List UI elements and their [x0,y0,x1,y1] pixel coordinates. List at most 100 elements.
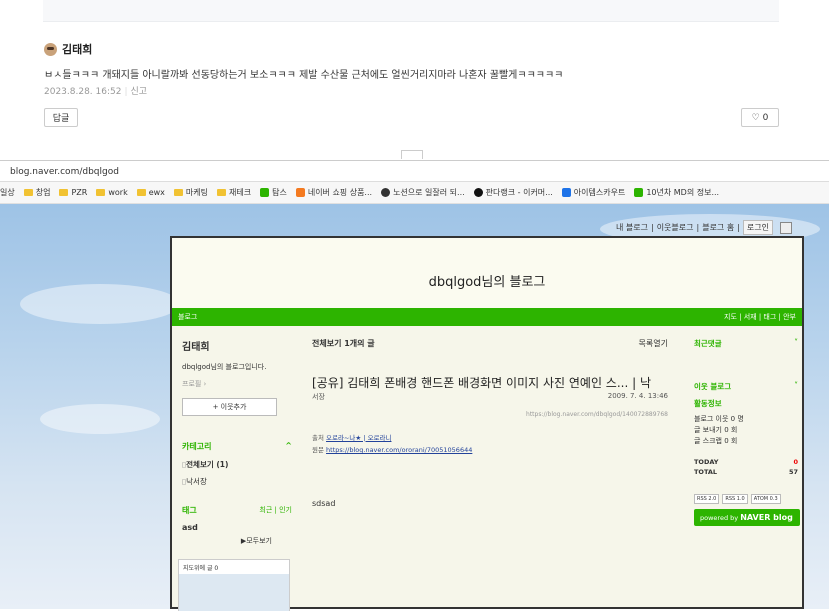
blog-gnb: 내 블로그 | 이웃블로그 | 블로그 홈 | 로그인 [616,220,792,235]
comment-meta: 2023.8.28. 16:52 | 신고 [44,84,147,97]
report-link[interactable]: 신고 [131,87,148,97]
source-link[interactable]: 오로라~나★ | 오로라니 [326,434,391,442]
login-button[interactable]: 로그인 [742,220,773,235]
my-blog-link[interactable]: 내 블로그 [616,222,648,233]
activity-item: 글 스크랩 0 회 [694,437,738,445]
tag-header: 태그 최근 | 인기 [182,505,292,516]
bookmark-icon [260,188,270,197]
chat-icon [634,188,644,197]
rss2-button[interactable]: RSS 2.0 [694,494,720,504]
original-row: 원문 https://blog.naver.com/ororani/700510… [312,446,473,454]
tag-sort[interactable]: 최근 | 인기 [259,505,292,516]
comment-header-band [43,0,779,22]
chevron-down-icon[interactable]: ˅ [794,338,798,349]
powered-by-naver-badge[interactable]: powered by NAVER blog [694,509,800,526]
bookmark-item[interactable]: PZR [59,188,87,197]
bookmark-icon [561,188,571,197]
bookmark-item[interactable]: 판다랭크 - 이커머... [473,187,553,198]
blog-home-link[interactable]: 블로그 홈 [702,222,734,233]
post-meta: 서장 2009. 7. 4. 13:46 [312,392,668,402]
post-url[interactable]: https://blog.naver.com/dbqlgod/140072889… [312,411,668,418]
chevron-down-icon[interactable]: ˅ [794,381,798,392]
blog-nickname: 김태희 [182,342,210,353]
notion-icon [381,188,391,197]
post-body: sdsad [312,499,336,508]
bookmark-item[interactable]: 아이템스카우트 [561,187,625,198]
category-item[interactable]: ▯낙서장 [182,476,292,487]
menu-blog[interactable]: 블로그 [178,312,197,322]
heart-icon: ♡ [751,112,760,123]
neighbor-blog-link[interactable]: 이웃블로그 [657,222,694,233]
post-category[interactable]: 서장 [312,392,325,402]
bookmark-item[interactable]: 마케팅 [173,187,208,198]
bookmark-item[interactable]: 탐스 [260,187,287,198]
activity-item: 글 보내기 0 회 [694,426,738,434]
today-count: TODAY 0 [694,458,798,466]
comment-date: 2023.8.28. 16:52 [44,87,122,97]
list-toggle[interactable]: 목록열기 [639,338,668,349]
atom-button[interactable]: ATOM 0.3 [750,494,781,504]
category-header: 카테고리 ^ [182,441,292,452]
blog-title[interactable]: dbqlgod님의 블로그 [172,271,802,290]
rss-links: RSS 2.0 RSS 1.0 ATOM 0.3 [694,494,798,504]
menu-right[interactable]: 지도 | 서재 | 태그 | 안부 [724,312,796,322]
blog-description: dbqlgod님의 블로그입니다. [182,363,267,371]
more-tab[interactable] [401,150,423,159]
like-count: 0 [762,112,769,123]
post-title[interactable]: [공유] 김태희 폰배경 핸드폰 배경화면 이미지 사진 연예인 스... | … [312,374,668,391]
comment-author[interactable]: 김태희 [44,41,92,57]
folder-icon [96,189,106,196]
add-neighbor-button[interactable]: + 이웃추가 [182,398,277,416]
post-area: 전체보기 1개의 글 목록열기 [공유] 김태희 폰배경 핸드폰 배경화면 이미… [312,338,668,508]
source-row: 출처 오로라~나★ | 오로라니 [312,434,392,442]
total-count: TOTAL 57 [694,468,798,476]
blog-header: dbqlgod님의 블로그 [172,238,802,308]
folder-icon [136,189,146,196]
bookmark-item[interactable]: 10년차 MD의 정보... [634,187,719,198]
embedded-screenshot: blog.naver.com/dbqlgod 일상 창업 PZR work ew… [0,160,829,611]
category-item[interactable]: ▯전체보기 (1) [182,459,292,470]
recent-comments-header: 최근댓글 ˅ [694,338,798,349]
left-sidebar: 김태희 dbqlgod님의 블로그입니다. 프로필 › + 이웃추가 카테고리 … [182,338,292,546]
category-toggle[interactable]: ^ [285,441,292,452]
folder-icon [59,189,69,196]
folder-icon [217,189,226,196]
rss1-button[interactable]: RSS 1.0 [722,494,748,504]
folder-icon [173,189,183,196]
map-widget: 지도위에 글 0 [178,559,290,611]
original-link[interactable]: https://blog.naver.com/ororani/700510566… [326,446,472,454]
bookmark-bar: 일상 창업 PZR work ewx 마케팅 재테크 탐스 네이버 쇼핑 상품.… [0,182,829,204]
bookmark-item[interactable]: 네이버 쇼핑 상품... [295,187,372,198]
avatar[interactable] [44,42,57,56]
folder-icon [23,189,33,196]
activity-item: 블로그 이웃 0 명 [694,415,744,423]
post-date: 2009. 7. 4. 13:46 [607,392,668,400]
bookmark-icon [473,188,483,197]
bookmark-item[interactable]: 노션으로 일잘러 되... [381,187,465,198]
neighbor-blog-header: 이웃 블로그 ˅ [694,381,798,392]
author-name[interactable]: 김태희 [62,41,92,57]
activity-header: 활동정보 [694,399,722,408]
app-grid-icon[interactable] [779,221,792,234]
bookmark-item[interactable]: ewx [136,188,165,197]
tag-item[interactable]: asd [182,523,292,532]
map-image[interactable] [179,574,289,611]
profile-link[interactable]: 프로필 › [182,379,292,389]
address-bar[interactable]: blog.naver.com/dbqlgod [0,160,829,182]
bookmark-item[interactable]: 재테크 [217,187,251,198]
bookmark-item[interactable]: 창업 [23,187,50,198]
bookmark-item[interactable]: 일상 [0,187,15,198]
divider: | [124,87,128,97]
like-button[interactable]: ♡ 0 [741,108,779,127]
all-tags-link[interactable]: ▶모두보기 [182,536,272,546]
comment-text: ㅂㅅ들ㅋㅋㅋ 개돼지들 아니랄까봐 선동당하는거 보소ㅋㅋㅋ 제발 수산물 근처… [44,70,564,81]
right-sidebar: 최근댓글 ˅ 이웃 블로그 ˅ 활동정보 블로그 이웃 0 명 글 보내기 0 회 … [694,338,800,526]
list-header: 전체보기 1개의 글 목록열기 [312,338,668,349]
cloud [40,404,160,434]
comment-section: 김태희 ㅂㅅ들ㅋㅋㅋ 개돼지들 아니랄까봐 선동당하는거 보소ㅋㅋㅋ 제발 수산… [0,0,829,159]
cloud [20,284,180,324]
bookmark-icon [295,188,305,197]
reply-button[interactable]: 답글 [44,108,78,127]
bookmark-item[interactable]: work [96,188,128,197]
blog-frame: dbqlgod님의 블로그 블로그 지도 | 서재 | 태그 | 안부 김태희 … [170,236,804,611]
